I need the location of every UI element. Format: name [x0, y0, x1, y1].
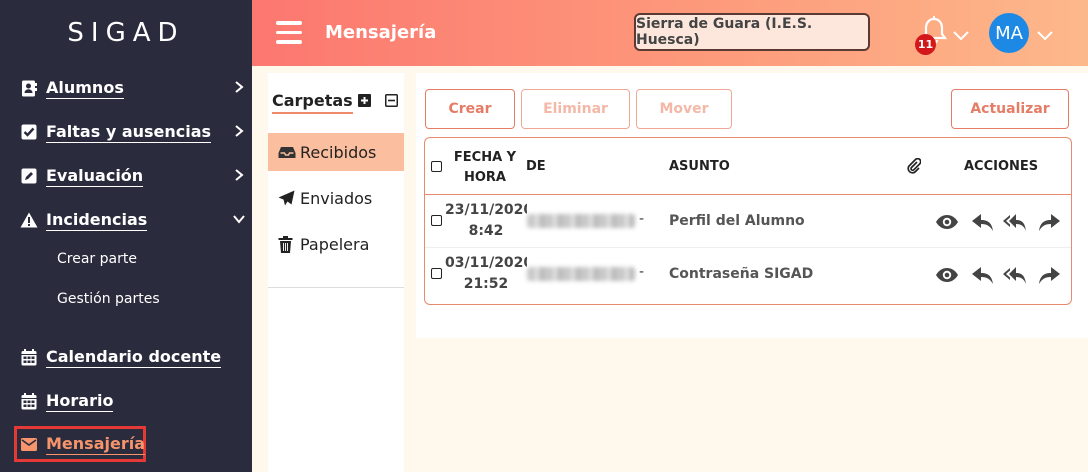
inbox-icon: [278, 144, 298, 160]
sidebar-item-label: Faltas y ausencias: [46, 121, 212, 143]
forward-icon[interactable]: [1037, 212, 1061, 232]
column-header-actions: ACCIONES: [964, 159, 1039, 174]
redacted-sender: [527, 267, 635, 281]
folders-panel: Carpetas Recibidos Enviados Papelera: [268, 73, 404, 472]
reply-all-icon[interactable]: [1003, 265, 1027, 285]
folders-title: Carpetas: [272, 91, 353, 114]
column-header-date: FECHA Y HORA: [453, 150, 517, 185]
checkbox-icon: [20, 123, 38, 141]
sidebar-item-incidencias[interactable]: Incidencias: [20, 205, 250, 235]
sidebar-item-label: Alumnos: [46, 77, 124, 99]
row-divider: [425, 247, 1071, 248]
sidebar-item-label: Incidencias: [46, 209, 148, 231]
sidebar-item-horario[interactable]: Horario: [20, 386, 250, 416]
reply-icon[interactable]: [971, 265, 995, 285]
sidebar-item-alumnos[interactable]: Alumnos: [20, 73, 250, 103]
contact-book-icon: [20, 79, 38, 97]
top-header: Mensajería Sierra de Guara (I.E.S. Huesc…: [252, 0, 1088, 66]
avatar[interactable]: MA: [989, 13, 1029, 53]
delete-button[interactable]: Eliminar: [521, 89, 630, 129]
row-date: 03/11/2020 21:52: [445, 255, 527, 292]
row-date: 23/11/2020 8:42: [445, 202, 527, 239]
row-subject: Perfil del Alumno: [669, 213, 805, 229]
sidebar-item-mensajeria[interactable]: Mensajería: [20, 429, 250, 459]
row-checkbox[interactable]: [431, 268, 442, 279]
divider: [268, 287, 404, 288]
sidebar-subitem-gestion-partes[interactable]: Gestión partes: [57, 291, 160, 307]
page-title: Mensajería: [325, 22, 437, 43]
column-header-from: DE: [526, 159, 546, 174]
warning-icon: [20, 211, 38, 229]
sidebar-item-faltas[interactable]: Faltas y ausencias: [20, 117, 250, 147]
header-divider: [425, 194, 1071, 195]
chevron-down-icon[interactable]: [1036, 30, 1054, 42]
chevron-down-icon: [233, 215, 245, 224]
plus-square-icon[interactable]: [358, 94, 371, 107]
sidebar-item-label: Horario: [46, 390, 114, 412]
paper-plane-icon: [278, 190, 298, 206]
row-from-suffix: -: [639, 211, 645, 227]
calendar-icon: [20, 392, 38, 410]
eye-icon[interactable]: [935, 265, 959, 285]
chevron-right-icon: [235, 125, 244, 137]
paperclip-icon: [907, 158, 921, 174]
folder-enviados[interactable]: Enviados: [268, 179, 404, 217]
folder-label: Recibidos: [300, 142, 377, 162]
sidebar-subitem-crear-parte[interactable]: Crear parte: [57, 251, 137, 267]
column-header-subject: ASUNTO: [669, 159, 730, 174]
sidebar-item-label: Calendario docente: [46, 346, 222, 368]
refresh-button[interactable]: Actualizar: [951, 89, 1069, 129]
row-checkbox[interactable]: [431, 215, 442, 226]
trash-icon: [278, 235, 298, 253]
eye-icon[interactable]: [935, 212, 959, 232]
hamburger-menu-icon[interactable]: [276, 21, 302, 45]
folder-label: Enviados: [300, 188, 373, 208]
center-selector-button[interactable]: Sierra de Guara (I.E.S. Huesca): [634, 13, 870, 51]
app-logo: SIGAD: [67, 18, 185, 48]
create-button[interactable]: Crear: [425, 89, 515, 129]
folder-label: Papelera: [300, 234, 370, 254]
folder-recibidos[interactable]: Recibidos: [268, 133, 404, 171]
messages-table: FECHA Y HORA DE ASUNTO ACCIONES 23/11/20…: [424, 137, 1072, 305]
chevron-right-icon: [235, 169, 244, 181]
reply-all-icon[interactable]: [1003, 212, 1027, 232]
messages-card: Crear Eliminar Mover Actualizar FECHA Y …: [416, 73, 1088, 338]
move-button[interactable]: Mover: [636, 89, 732, 129]
calendar-icon: [20, 348, 38, 366]
chevron-right-icon: [235, 81, 244, 93]
pencil-icon: [20, 167, 38, 185]
notification-badge: 11: [915, 34, 936, 55]
forward-icon[interactable]: [1037, 265, 1061, 285]
chevron-down-icon[interactable]: [952, 30, 970, 42]
reply-icon[interactable]: [971, 212, 995, 232]
folder-papelera[interactable]: Papelera: [268, 225, 404, 263]
minus-square-icon[interactable]: [385, 94, 398, 107]
sidebar-item-label: Evaluación: [46, 165, 144, 187]
envelope-icon: [20, 435, 38, 453]
sidebar-item-calendario-docente[interactable]: Calendario docente: [20, 342, 250, 372]
redacted-sender: [527, 214, 635, 228]
sidebar-item-evaluacion[interactable]: Evaluación: [20, 161, 250, 191]
select-all-checkbox[interactable]: [431, 161, 442, 172]
sidebar: SIGAD Alumnos Faltas y ausencias Evaluac…: [0, 0, 252, 472]
row-subject: Contraseña SIGAD: [669, 266, 814, 282]
sidebar-item-label: Mensajería: [46, 433, 145, 455]
row-from-suffix: -: [639, 264, 645, 280]
